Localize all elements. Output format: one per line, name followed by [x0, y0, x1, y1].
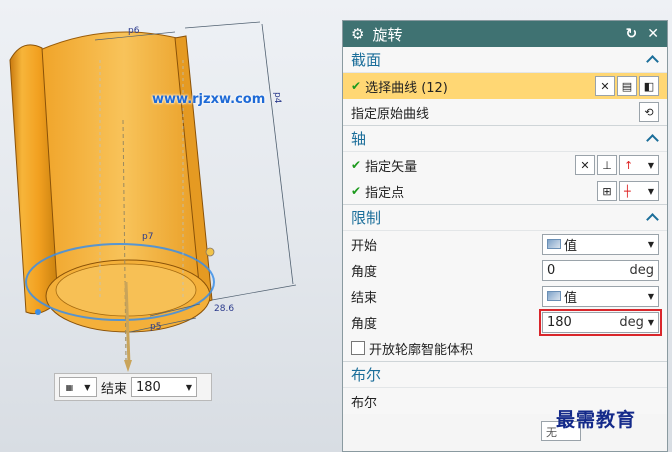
revolve-dialog: ⚙ 旋转 ↻ ✕ 截面 ✔ 选择曲线 (12) ✕ ▤ ◧ 指定原始曲线 ⟲ 轴…	[342, 20, 668, 452]
end-angle-row: 角度 180 deg ▼	[343, 308, 667, 336]
specify-point-label: 指定点	[365, 185, 405, 201]
vector-dialog-icon[interactable]: ⊥	[597, 155, 617, 175]
section-title: 截面	[351, 51, 382, 69]
dimension-label: p5	[150, 322, 162, 332]
end-label: 结束	[101, 381, 128, 397]
specify-vector-label: 指定矢量	[365, 159, 418, 175]
dialog-title: 旋转	[372, 25, 403, 44]
boolean-header[interactable]: 布尔	[343, 362, 667, 388]
check-icon: ✔	[351, 79, 362, 93]
end-option-select[interactable]: 值 ▼	[542, 285, 659, 307]
curve-rule-icon[interactable]: ✕	[595, 76, 615, 96]
end-option-value: 值	[564, 290, 578, 306]
end-value: 180	[136, 379, 161, 395]
open-profile-label: 开放轮廓智能体积	[369, 342, 474, 358]
start-option-select[interactable]: 值 ▼	[542, 233, 659, 255]
chevron-down-icon: ▼	[647, 291, 654, 301]
axis-title: 轴	[351, 130, 367, 148]
section-header[interactable]: 截面	[343, 47, 667, 73]
dimension-label: p4	[272, 92, 282, 104]
point-type-dropdown[interactable]: ┼ ▼	[619, 181, 659, 201]
chevron-up-icon[interactable]	[647, 212, 659, 224]
axis-header[interactable]: 轴	[343, 126, 667, 152]
dimension-label: p7	[142, 232, 154, 242]
check-icon: ✔	[351, 158, 362, 172]
origin-curve-icon[interactable]: ⟲	[639, 102, 659, 122]
chevron-up-icon[interactable]	[647, 133, 659, 145]
vector-arrow-icon: ↑	[624, 158, 634, 172]
vector-type-dropdown[interactable]: ↑ ▼	[619, 155, 659, 175]
limits-title: 限制	[351, 209, 382, 227]
select-curve-row[interactable]: ✔ 选择曲线 (12) ✕ ▤ ◧	[343, 73, 667, 99]
chevron-down-icon: ▼	[647, 186, 654, 196]
start-angle-label: 角度	[351, 264, 378, 280]
dimension-label: p6	[128, 26, 140, 36]
gear-icon[interactable]: ⚙	[351, 25, 364, 43]
check-icon: ✔	[351, 184, 362, 198]
crosshair-icon: ┼	[624, 184, 631, 198]
specify-origin-curve-row[interactable]: 指定原始曲线 ⟲	[343, 99, 667, 125]
close-icon[interactable]: ✕	[647, 26, 659, 42]
value-icon	[547, 239, 561, 249]
specify-origin-curve-label: 指定原始曲线	[351, 106, 430, 122]
start-angle-input[interactable]: 0 deg	[542, 259, 659, 281]
chevron-down-icon: ▼	[647, 160, 654, 170]
end-angle-mini-toolbar: ▦ ▼ 结束 180 ▼	[54, 373, 212, 401]
start-row: 开始 值 ▼	[343, 231, 667, 257]
open-profile-row[interactable]: 开放轮廓智能体积	[343, 335, 667, 361]
graphics-viewport[interactable]: www.rjzxw.com p6 p4 p7 p5 28.6 ▦ ▼ 结束 18…	[0, 0, 345, 452]
reset-icon[interactable]: ↻	[626, 26, 638, 42]
chevron-up-icon[interactable]	[647, 54, 659, 66]
start-angle-unit: deg	[629, 262, 654, 278]
end-option-dropdown[interactable]: ▦ ▼	[59, 377, 97, 397]
specify-vector-row[interactable]: ✔ 指定矢量 ✕ ⊥ ↑ ▼	[343, 152, 667, 178]
start-angle-value: 0	[547, 262, 556, 278]
chevron-down-icon: ▼	[647, 239, 654, 249]
dimension-label: 28.6	[214, 304, 235, 314]
section-group: 截面 ✔ 选择曲线 (12) ✕ ▤ ◧ 指定原始曲线 ⟲	[343, 47, 667, 126]
value-icon	[547, 291, 561, 301]
brand-watermark: 最需教育	[556, 409, 637, 431]
end-label: 结束	[351, 290, 378, 306]
site-watermark: www.rjzxw.com	[152, 92, 266, 107]
value-icon: ▦	[65, 382, 74, 392]
sketch-icon[interactable]: ▤	[617, 76, 637, 96]
limits-group: 限制 开始 值 ▼ 角度 0 deg 结束 值 ▼ 角度 180 deg ▼ 开…	[343, 205, 667, 362]
start-angle-row: 角度 0 deg	[343, 257, 667, 283]
end-value-input[interactable]: 180 ▼	[131, 377, 198, 397]
end-angle-value: 180	[547, 314, 572, 330]
end-angle-unit: deg	[619, 314, 644, 330]
end-angle-label: 角度	[351, 316, 378, 332]
limits-header[interactable]: 限制	[343, 205, 667, 231]
select-curve-label: 选择曲线 (12)	[365, 80, 448, 96]
chevron-down-icon: ▼	[84, 382, 91, 392]
curve-select-icon[interactable]: ◧	[639, 76, 659, 96]
chevron-down-icon: ▼	[647, 317, 654, 327]
start-option-value: 值	[564, 238, 578, 254]
boolean-title: 布尔	[351, 366, 382, 384]
axis-group: 轴 ✔ 指定矢量 ✕ ⊥ ↑ ▼ ✔ 指定点 ⊞ ┼ ▼	[343, 126, 667, 205]
start-label: 开始	[351, 238, 378, 254]
open-profile-checkbox[interactable]	[351, 341, 365, 355]
specify-point-row[interactable]: ✔ 指定点 ⊞ ┼ ▼	[343, 178, 667, 204]
dialog-titlebar[interactable]: ⚙ 旋转 ↻ ✕	[343, 21, 667, 47]
point-dialog-icon[interactable]: ⊞	[597, 181, 617, 201]
reverse-direction-icon[interactable]: ✕	[575, 155, 595, 175]
end-row: 结束 值 ▼	[343, 283, 667, 309]
chevron-down-icon: ▼	[185, 382, 193, 392]
end-angle-input[interactable]: 180 deg ▼	[539, 308, 662, 336]
